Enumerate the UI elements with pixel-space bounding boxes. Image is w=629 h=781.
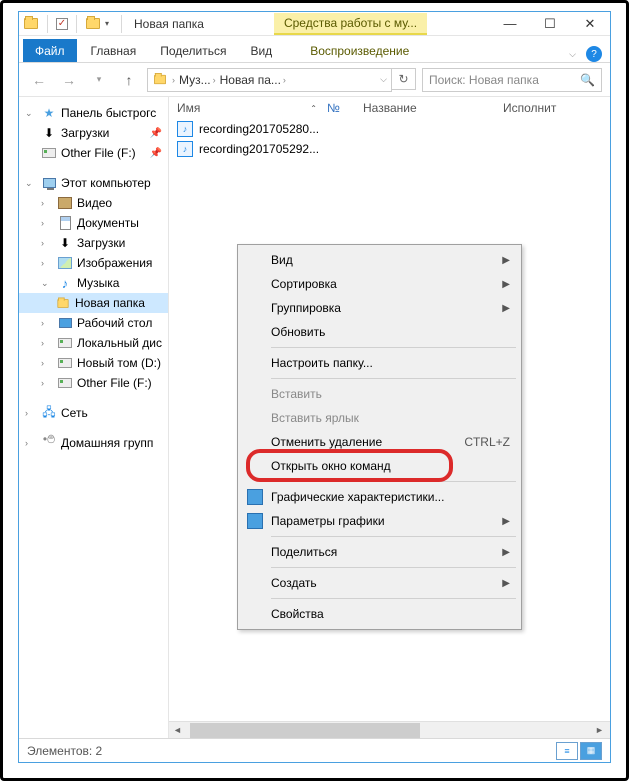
- pin-icon: 📌: [150, 148, 166, 159]
- tree-local-disk[interactable]: ›Локальный дис: [19, 333, 168, 353]
- ctx-view[interactable]: Вид▶: [241, 248, 518, 272]
- ribbon-tabs: Файл Главная Поделиться Вид Воспроизведе…: [19, 36, 610, 63]
- intel-gfx-icon: [247, 489, 263, 505]
- tree-other-file[interactable]: Other File (F:)📌: [19, 143, 168, 163]
- recent-locations-dropdown[interactable]: ▾: [87, 68, 111, 92]
- titlebar: ✓ ▾ Новая папка Средства работы с му... …: [19, 12, 610, 36]
- separator: [47, 15, 48, 33]
- tree-desktop[interactable]: ›Рабочий стол: [19, 313, 168, 333]
- tree-new-folder[interactable]: Новая папка: [19, 293, 168, 313]
- column-artist[interactable]: Исполнит: [503, 101, 602, 115]
- help-icon[interactable]: ?: [586, 46, 602, 62]
- nav-tree: ⌄★Панель быстрогс ⬇Загрузки📌 Other File …: [19, 97, 169, 738]
- ctx-properties[interactable]: Свойства: [241, 602, 518, 626]
- tree-quick-access[interactable]: ⌄★Панель быстрогс: [19, 103, 168, 123]
- quick-access-toolbar: ✓ ▾: [19, 15, 126, 33]
- status-item-count: Элементов: 2: [27, 744, 102, 758]
- column-number[interactable]: №: [327, 101, 353, 115]
- search-input[interactable]: Поиск: Новая папка 🔍: [422, 68, 602, 92]
- tree-downloads[interactable]: ⬇Загрузки📌: [19, 123, 168, 143]
- nav-bar: ← → ▾ ↑ › Муз... › Новая па... › ⌵ ↻ Пои…: [19, 63, 610, 97]
- qat-dropdown-icon[interactable]: ▾: [105, 19, 113, 28]
- ctx-open-command-window[interactable]: Открыть окно команд: [241, 454, 518, 478]
- breadcrumb-newfolder[interactable]: Новая па... ›: [220, 73, 286, 87]
- tab-file[interactable]: Файл: [23, 39, 77, 62]
- ctx-new[interactable]: Создать▶: [241, 571, 518, 595]
- address-bar[interactable]: › Муз... › Новая па... › ⌵: [147, 68, 392, 92]
- tree-documents[interactable]: ›Документы: [19, 213, 168, 233]
- ribbon-contextual-tab-label: Средства работы с му...: [274, 13, 427, 35]
- tab-share[interactable]: Поделиться: [148, 39, 238, 62]
- ctx-sort[interactable]: Сортировка▶: [241, 272, 518, 296]
- refresh-button[interactable]: ↻: [392, 68, 416, 90]
- tree-music[interactable]: ⌄♪Музыка: [19, 273, 168, 293]
- tree-pictures[interactable]: ›Изображения: [19, 253, 168, 273]
- folder-icon: [152, 72, 168, 88]
- context-menu: Вид▶ Сортировка▶ Группировка▶ Обновить Н…: [237, 244, 522, 630]
- file-name: recording201705292...: [199, 142, 319, 156]
- file-name: recording201705280...: [199, 122, 319, 136]
- file-row[interactable]: ♪ recording201705292...: [169, 139, 610, 159]
- properties-qat-icon[interactable]: ✓: [56, 18, 68, 30]
- window-title: Новая папка: [134, 17, 204, 31]
- scrollbar-thumb[interactable]: [190, 723, 420, 738]
- column-name[interactable]: Имя⌃: [177, 101, 317, 115]
- close-button[interactable]: ✕: [570, 12, 610, 36]
- audio-file-icon: ♪: [177, 121, 193, 137]
- search-icon: 🔍: [580, 73, 595, 87]
- ctx-group[interactable]: Группировка▶: [241, 296, 518, 320]
- tree-network[interactable]: ›🖧Сеть: [19, 403, 168, 423]
- pin-icon: 📌: [150, 128, 166, 139]
- ctx-graphics-properties[interactable]: Графические характеристики...: [241, 485, 518, 509]
- breadcrumb-root-chevron[interactable]: ›: [172, 75, 175, 85]
- tree-downloads-2[interactable]: ›⬇Загрузки: [19, 233, 168, 253]
- separator: [121, 15, 122, 33]
- address-dropdown-icon[interactable]: ⌵: [380, 74, 387, 85]
- explorer-window: ✓ ▾ Новая папка Средства работы с му... …: [18, 11, 611, 763]
- tab-home[interactable]: Главная: [79, 39, 149, 62]
- intel-gfx-icon: [247, 513, 263, 529]
- view-details-button[interactable]: ≡: [556, 742, 578, 760]
- up-button[interactable]: ↑: [117, 68, 141, 92]
- ctx-undo-delete[interactable]: Отменить удалениеCTRL+Z: [241, 430, 518, 454]
- audio-file-icon: ♪: [177, 141, 193, 157]
- view-icons-button[interactable]: ▦: [580, 742, 602, 760]
- ctx-refresh[interactable]: Обновить: [241, 320, 518, 344]
- column-title[interactable]: Название: [363, 101, 493, 115]
- ribbon-expand-icon[interactable]: ⌵: [569, 49, 576, 60]
- back-button[interactable]: ←: [27, 68, 51, 92]
- ctx-graphics-options[interactable]: Параметры графики▶: [241, 509, 518, 533]
- folder-icon: [23, 16, 39, 32]
- ctx-paste-shortcut: Вставить ярлык: [241, 406, 518, 430]
- status-bar: Элементов: 2 ≡ ▦: [19, 738, 610, 762]
- horizontal-scrollbar[interactable]: ◄ ►: [169, 721, 610, 738]
- column-headers: Имя⌃ № Название Исполнит: [169, 97, 610, 119]
- maximize-button[interactable]: ☐: [530, 12, 570, 36]
- tree-this-pc[interactable]: ⌄Этот компьютер: [19, 173, 168, 193]
- separator: [76, 15, 77, 33]
- tab-play[interactable]: Воспроизведение: [298, 39, 421, 62]
- search-placeholder: Поиск: Новая папка: [429, 73, 539, 87]
- ctx-customize-folder[interactable]: Настроить папку...: [241, 351, 518, 375]
- forward-button[interactable]: →: [57, 68, 81, 92]
- file-row[interactable]: ♪ recording201705280...: [169, 119, 610, 139]
- tree-other-file-2[interactable]: ›Other File (F:): [19, 373, 168, 393]
- minimize-button[interactable]: —: [490, 12, 530, 36]
- tree-video[interactable]: ›Видео: [19, 193, 168, 213]
- tree-homegroup[interactable]: ›•࿉Домашняя групп: [19, 433, 168, 453]
- ctx-share[interactable]: Поделиться▶: [241, 540, 518, 564]
- tab-view[interactable]: Вид: [238, 39, 284, 62]
- breadcrumb-music[interactable]: Муз... ›: [179, 73, 216, 87]
- tree-new-volume[interactable]: ›Новый том (D:): [19, 353, 168, 373]
- new-folder-qat-icon[interactable]: [85, 16, 101, 32]
- ctx-paste: Вставить: [241, 382, 518, 406]
